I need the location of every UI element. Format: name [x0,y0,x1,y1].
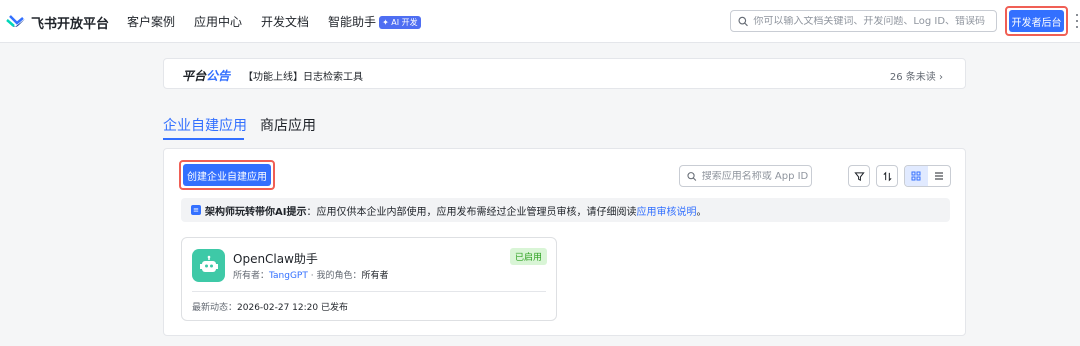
sort-icon [882,171,892,181]
filter-button[interactable] [848,165,870,187]
owner-label: 所有者： [233,271,270,281]
logo[interactable]: 飞书开放平台 [6,12,109,32]
nav-smart-assistant[interactable]: 智能助手 ✦ AI 开发 [328,13,421,30]
app-name: OpenClaw助手 [233,252,318,266]
announcement-bar[interactable]: 平台公告 【功能上线】日志检索工具 26 条未读 › [163,58,966,89]
app-search-input[interactable] [701,170,811,182]
list-icon [934,172,943,180]
nav-app-center[interactable]: 应用中心 [194,13,242,30]
chevron-right-icon: › [939,72,943,83]
dev-console-highlight: 开发者后台 [1005,6,1068,36]
tab-store-apps[interactable]: 商店应用 [260,115,316,135]
announcement-text[interactable]: 【功能上线】日志检索工具 [243,68,363,83]
nav-smart-assistant-label: 智能助手 [328,15,377,29]
doc-search-box[interactable] [730,10,997,32]
app-search-box[interactable] [679,165,812,187]
grid-icon [911,171,921,181]
role-value: 所有者 [361,271,389,281]
logo-text: 飞书开放平台 [31,16,110,32]
app-meta: 所有者：TangGPT · 我的角色：所有者 [233,268,388,281]
app-card[interactable]: OpenClaw助手 已启用 所有者：TangGPT · 我的角色：所有者 最新… [181,237,557,321]
active-tab-indicator [163,138,244,140]
dev-console-button[interactable]: 开发者后台 [1009,10,1064,32]
tab-enterprise-apps[interactable]: 企业自建应用 [163,115,247,135]
more-menu-icon[interactable] [1074,14,1080,28]
top-navigation-bar: 飞书开放平台 客户案例 应用中心 开发文档 智能助手✦ AI 开发 开发者后台 [0,0,1080,43]
list-view-button[interactable] [928,166,951,186]
create-app-highlight: 创建企业自建应用 [179,160,275,190]
search-icon [687,171,697,181]
latest-activity: 最新动态：2026-02-27 12:20 已发布 [192,300,348,313]
ai-badge: ✦ AI 开发 [379,16,421,29]
filter-icon [853,171,865,181]
role-label: 我的角色： [316,271,362,281]
review-guide-link[interactable]: 应用审核说明 [636,203,696,218]
search-icon [738,16,748,26]
info-icon: ≡ [191,205,201,215]
nav-dev-docs[interactable]: 开发文档 [261,13,309,30]
info-tip: ≡ 架构师玩转带你AI提示 ：应用仅供本企业内部使用，应用发布需经过企业管理员审核… [181,198,950,222]
announcement-title: 平台公告 [182,67,230,84]
owner-link[interactable]: TangGPT [269,271,308,281]
unread-count-link[interactable]: 26 条未读 › [890,68,943,83]
robot-icon [192,249,225,282]
feishu-logo-icon [6,15,25,27]
announcement-title-b: 公告 [206,69,231,83]
doc-search-input[interactable] [753,15,996,27]
unread-count: 26 条未读 [889,72,936,83]
nav-customer-cases[interactable]: 客户案例 [127,13,175,30]
activity-label: 最新动态： [192,303,238,313]
tip-prefix: 架构师玩转带你AI提示 [205,206,307,218]
app-list-panel: 创建企业自建应用 ≡ 架构师玩转带你AI提示：应用仅供本企业内部使用，应用发布需… [163,148,966,336]
status-badge: 已启用 [509,248,547,265]
grid-view-button[interactable] [905,166,928,186]
tip-suffix: 。 [696,206,707,218]
sort-button[interactable] [876,165,898,187]
announcement-title-a: 平台 [182,69,207,83]
tip-text: ：应用仅供本企业内部使用，应用发布需经过企业管理员审核，请仔细阅读 [306,206,637,218]
view-mode-toggle [904,165,951,187]
activity-value: 2026-02-27 12:20 已发布 [237,303,348,313]
main-nav: 客户案例 应用中心 开发文档 智能助手 ✦ AI 开发 [127,13,421,30]
card-divider [192,291,546,292]
create-enterprise-app-button[interactable]: 创建企业自建应用 [183,164,271,186]
